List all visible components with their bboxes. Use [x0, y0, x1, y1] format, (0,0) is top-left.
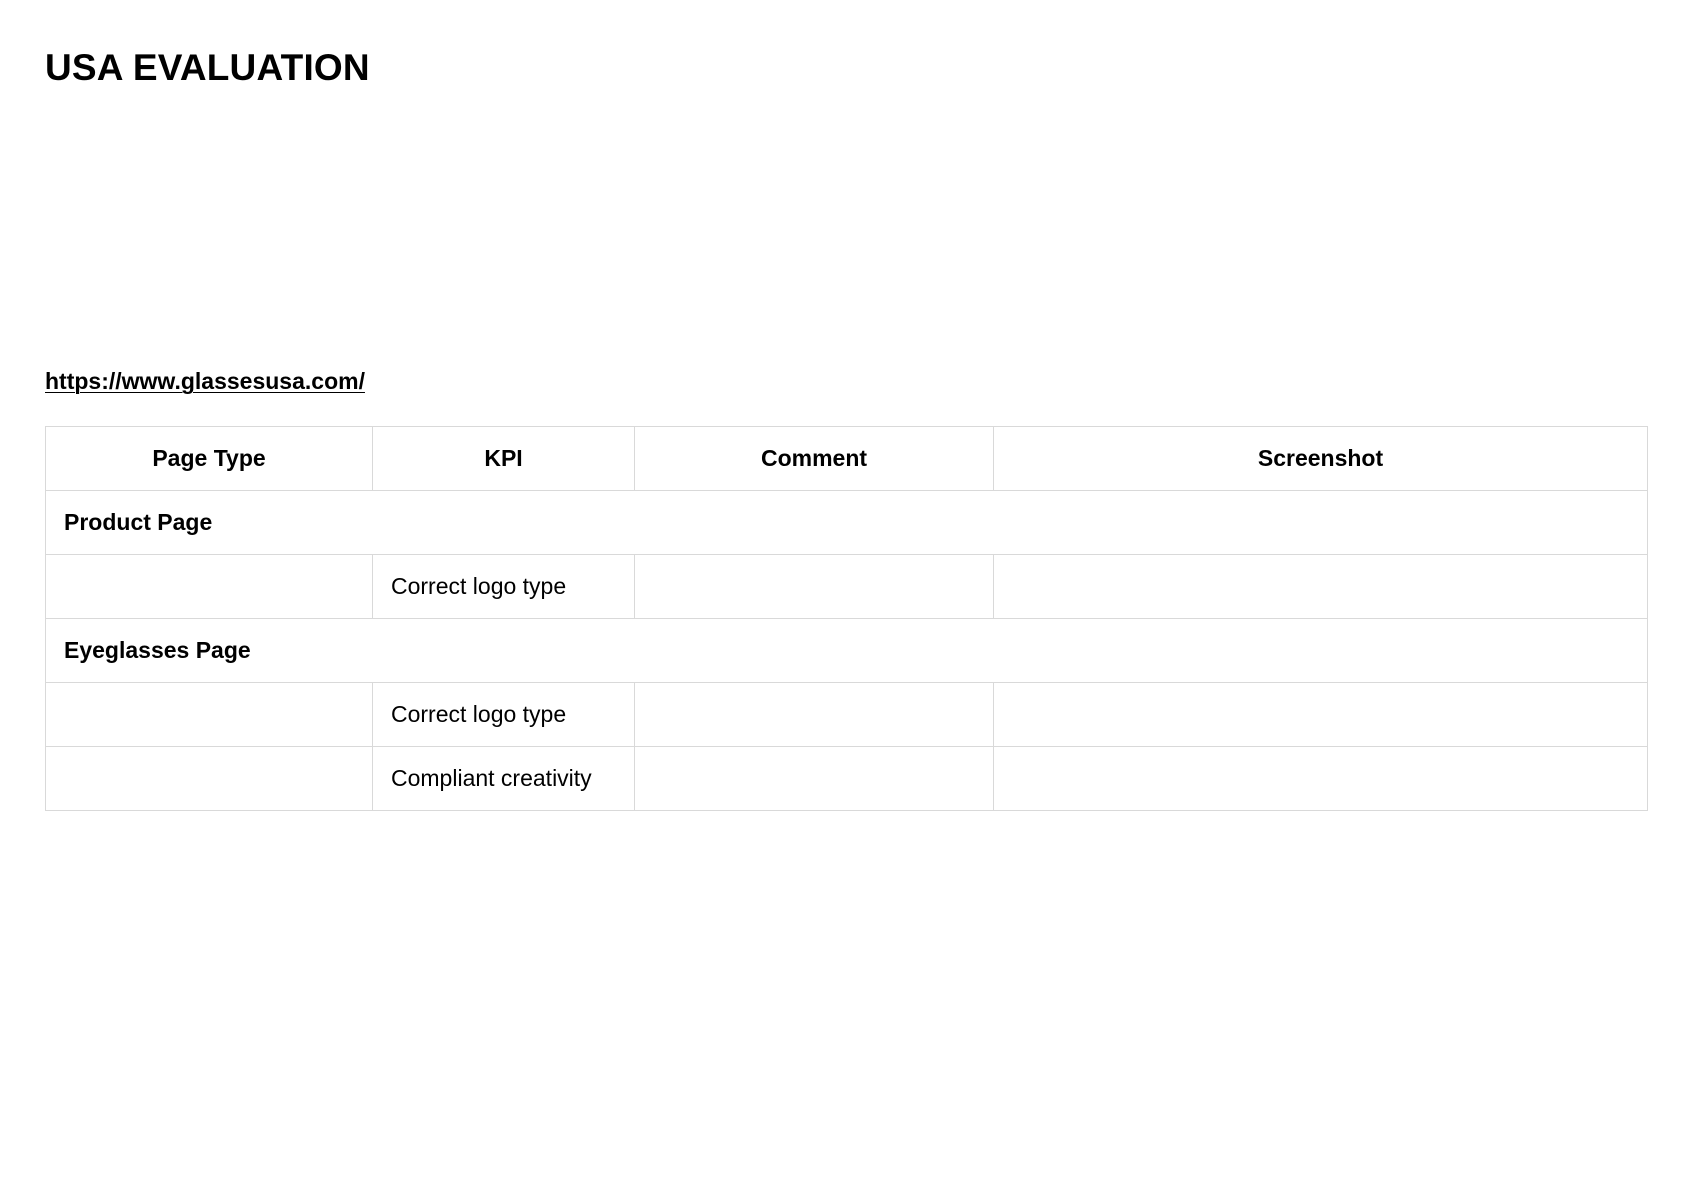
cell-kpi: Correct logo type [372, 554, 635, 619]
cell-screenshot [993, 746, 1648, 811]
section-label: Product Page [45, 490, 1648, 555]
cell-screenshot [993, 682, 1648, 747]
section-row-eyeglasses-page: Eyeglasses Page [45, 618, 1648, 683]
section-label: Eyeglasses Page [45, 618, 1648, 683]
cell-comment [634, 682, 994, 747]
cell-kpi: Compliant creativity [372, 746, 635, 811]
document-title: USA EVALUATION [45, 47, 370, 88]
header-comment: Comment [634, 426, 994, 491]
cell-comment [634, 554, 994, 619]
header-kpi: KPI [372, 426, 635, 491]
cell-page-type [45, 554, 373, 619]
evaluation-table: Page Type KPI Comment Screenshot Product… [45, 426, 1648, 811]
cell-screenshot [993, 554, 1648, 619]
header-page-type: Page Type [45, 426, 373, 491]
cell-page-type [45, 682, 373, 747]
site-link[interactable]: https://www.glassesusa.com/ [45, 367, 365, 395]
section-row-product-page: Product Page [45, 490, 1648, 555]
cell-page-type [45, 746, 373, 811]
cell-comment [634, 746, 994, 811]
cell-kpi: Correct logo type [372, 682, 635, 747]
header-screenshot: Screenshot [993, 426, 1648, 491]
table-row: Correct logo type [45, 554, 1648, 619]
table-row: Correct logo type [45, 682, 1648, 747]
table-header-row: Page Type KPI Comment Screenshot [45, 426, 1648, 491]
table-row: Compliant creativity [45, 746, 1648, 811]
